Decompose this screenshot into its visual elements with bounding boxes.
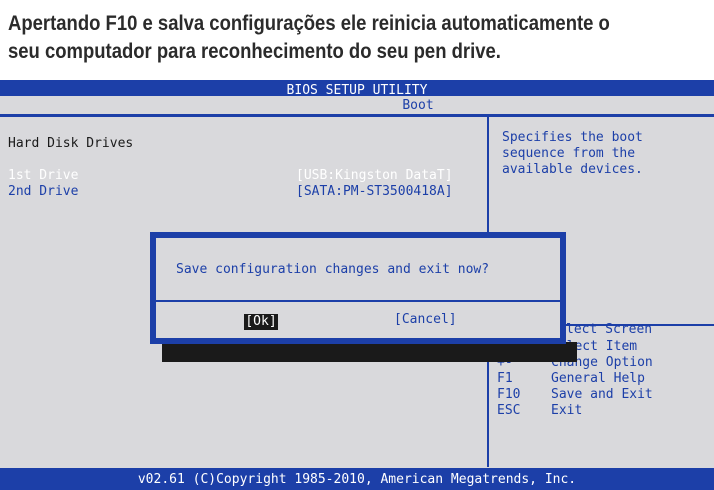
help-line-1: Specifies the boot <box>502 130 643 145</box>
drive-1-value[interactable]: [USB:Kingston DataT] <box>296 168 453 184</box>
caption-line-1: Apertando F10 e salva configurações ele … <box>8 12 610 35</box>
key-desc-help: General Help <box>551 371 645 386</box>
tab-boot[interactable]: Boot <box>398 98 438 114</box>
dialog-message: Save configuration changes and exit now? <box>176 262 490 277</box>
tab-divider <box>0 114 714 117</box>
dialog-separator <box>156 300 560 302</box>
key-f10: F10 <box>497 387 521 402</box>
bios-footer: v02.61 (C)Copyright 1985-2010, American … <box>0 468 714 490</box>
cancel-button[interactable]: [Cancel] <box>394 312 457 328</box>
ok-button[interactable]: [Ok] <box>244 314 278 330</box>
key-desc-screen: lect Screen <box>566 322 653 337</box>
save-exit-dialog: Save configuration changes and exit now?… <box>150 232 566 344</box>
bios-screen: BIOS SETUP UTILITY Boot Hard Disk Drives… <box>0 80 714 490</box>
bios-title-bar: BIOS SETUP UTILITY <box>0 80 714 98</box>
dialog-shadow <box>162 342 577 362</box>
key-desc-save: Save and Exit <box>551 387 653 402</box>
help-line-2: sequence from the <box>502 146 636 161</box>
drive-1-label[interactable]: 1st Drive <box>8 168 78 184</box>
bios-title: BIOS SETUP UTILITY <box>286 83 428 98</box>
drive-2-value[interactable]: [SATA:PM-ST3500418A] <box>296 184 453 200</box>
key-esc: ESC <box>497 403 521 418</box>
section-title: Hard Disk Drives <box>8 136 134 151</box>
drive-2-label[interactable]: 2nd Drive <box>8 184 78 200</box>
caption-line-2: seu computador para reconhecimento do se… <box>8 40 501 63</box>
key-desc-exit: Exit <box>551 403 583 418</box>
dialog-body: Save configuration changes and exit now?… <box>156 238 560 338</box>
caption-text: Apertando F10 e salva configurações ele … <box>8 10 624 74</box>
copyright-text: v02.61 (C)Copyright 1985-2010, American … <box>137 472 577 487</box>
key-f1: F1 <box>497 371 513 386</box>
help-line-3: available devices. <box>502 162 643 177</box>
